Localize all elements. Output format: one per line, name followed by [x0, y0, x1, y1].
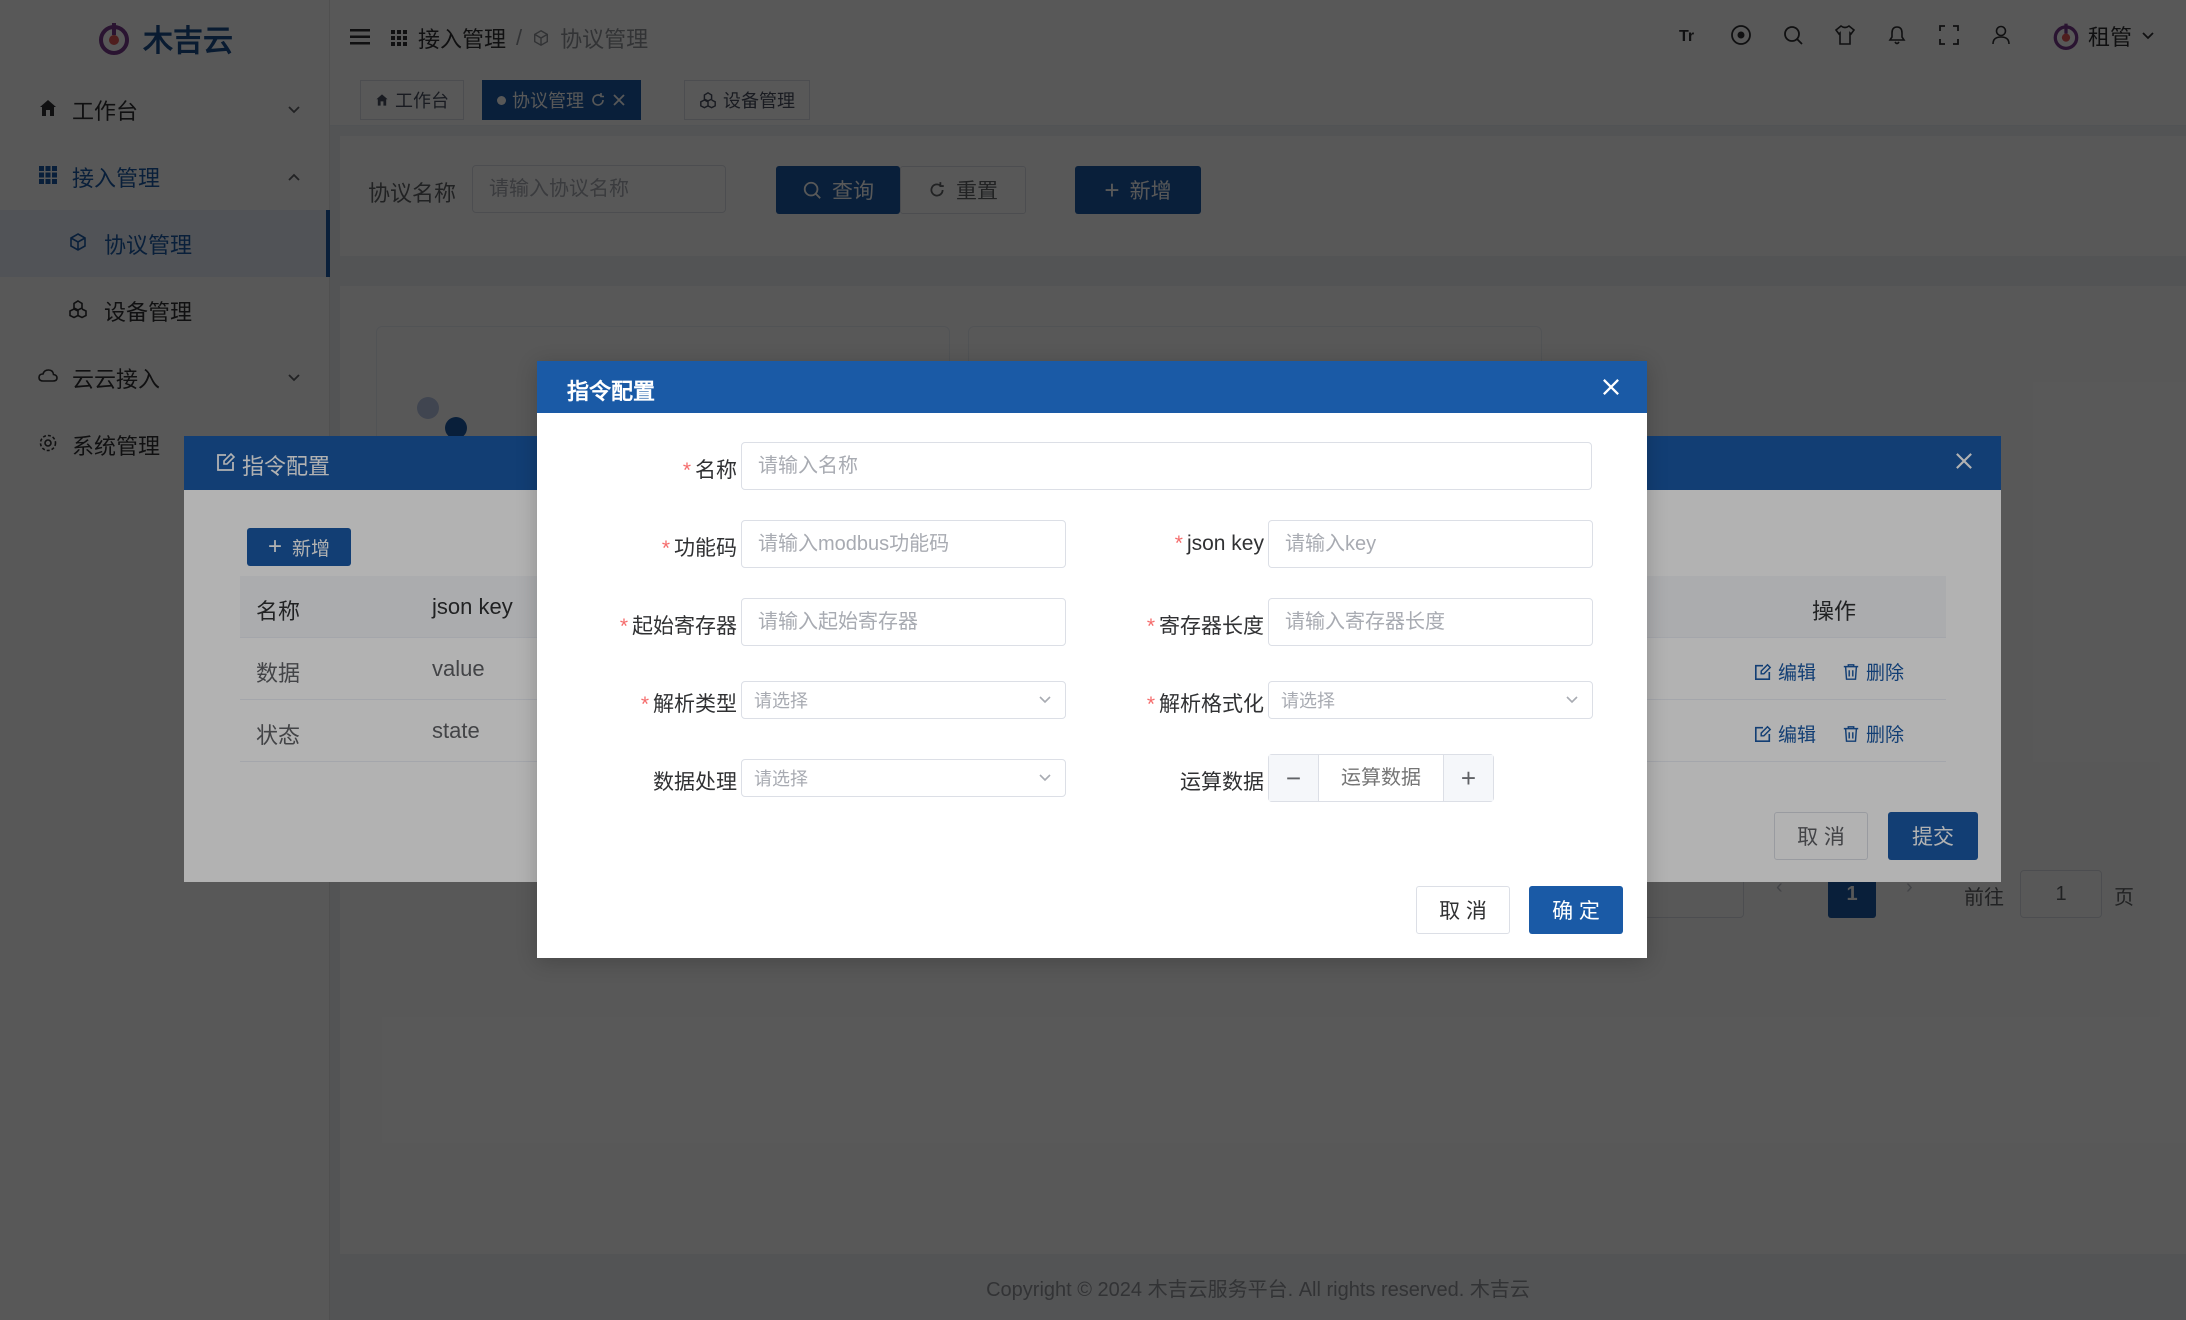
data-process-select[interactable]: 请选择 [741, 759, 1066, 797]
required-mark: * [1146, 693, 1155, 716]
parse-type-select[interactable]: 请选择 [741, 681, 1066, 719]
required-mark: * [1146, 615, 1155, 638]
required-mark: * [682, 459, 691, 482]
register-length-label: * 寄存器长度 [1064, 610, 1264, 640]
func-code-input[interactable] [741, 520, 1066, 568]
calc-data-label: 运算数据 [1064, 766, 1264, 796]
required-mark: * [619, 615, 628, 638]
json-key-label-text: json key [1186, 532, 1264, 555]
data-process-label: 数据处理 [537, 766, 737, 796]
json-key-label: * json key [1064, 532, 1264, 556]
dialog-title: 指令配置 [567, 379, 656, 404]
json-key-input[interactable] [1268, 520, 1593, 568]
cancel-button[interactable]: 取 消 [1416, 886, 1510, 934]
parse-type-label: * 解析类型 [537, 688, 737, 718]
calc-data-stepper: − + [1268, 754, 1494, 802]
calc-data-input[interactable] [1320, 755, 1442, 801]
required-mark: * [1174, 532, 1183, 555]
name-label: * 名称 [537, 454, 737, 484]
close-icon[interactable] [1601, 377, 1621, 397]
data-process-label-text: 数据处理 [653, 771, 737, 794]
start-register-label-text: 起始寄存器 [632, 615, 737, 638]
select-placeholder: 请选择 [754, 691, 808, 711]
dialog-header: 指令配置 [537, 361, 1647, 413]
select-placeholder: 请选择 [754, 769, 808, 789]
func-code-label-text: 功能码 [674, 537, 737, 560]
required-mark: * [661, 537, 670, 560]
confirm-button[interactable]: 确 定 [1529, 886, 1623, 934]
chevron-down-icon [1039, 696, 1051, 704]
parse-format-label: * 解析格式化 [1064, 688, 1264, 718]
calc-data-label-text: 运算数据 [1180, 771, 1264, 794]
parse-format-label-text: 解析格式化 [1159, 693, 1264, 716]
parse-type-label-text: 解析类型 [653, 693, 737, 716]
name-label-text: 名称 [695, 459, 737, 482]
increment-button[interactable]: + [1443, 755, 1493, 801]
required-mark: * [640, 693, 649, 716]
parse-format-select[interactable]: 请选择 [1268, 681, 1593, 719]
chevron-down-icon [1039, 774, 1051, 782]
name-input[interactable] [741, 442, 1592, 490]
chevron-down-icon [1566, 696, 1578, 704]
register-length-label-text: 寄存器长度 [1159, 615, 1264, 638]
decrement-button[interactable]: − [1269, 755, 1319, 801]
register-length-input[interactable] [1268, 598, 1593, 646]
select-placeholder: 请选择 [1281, 691, 1335, 711]
func-code-label: * 功能码 [537, 532, 737, 562]
start-register-label: * 起始寄存器 [537, 610, 737, 640]
command-config-dialog: 指令配置 *名称 *功能码 *json key *起始寄存器 *寄存器长度 *解… [537, 361, 1647, 958]
start-register-input[interactable] [741, 598, 1066, 646]
